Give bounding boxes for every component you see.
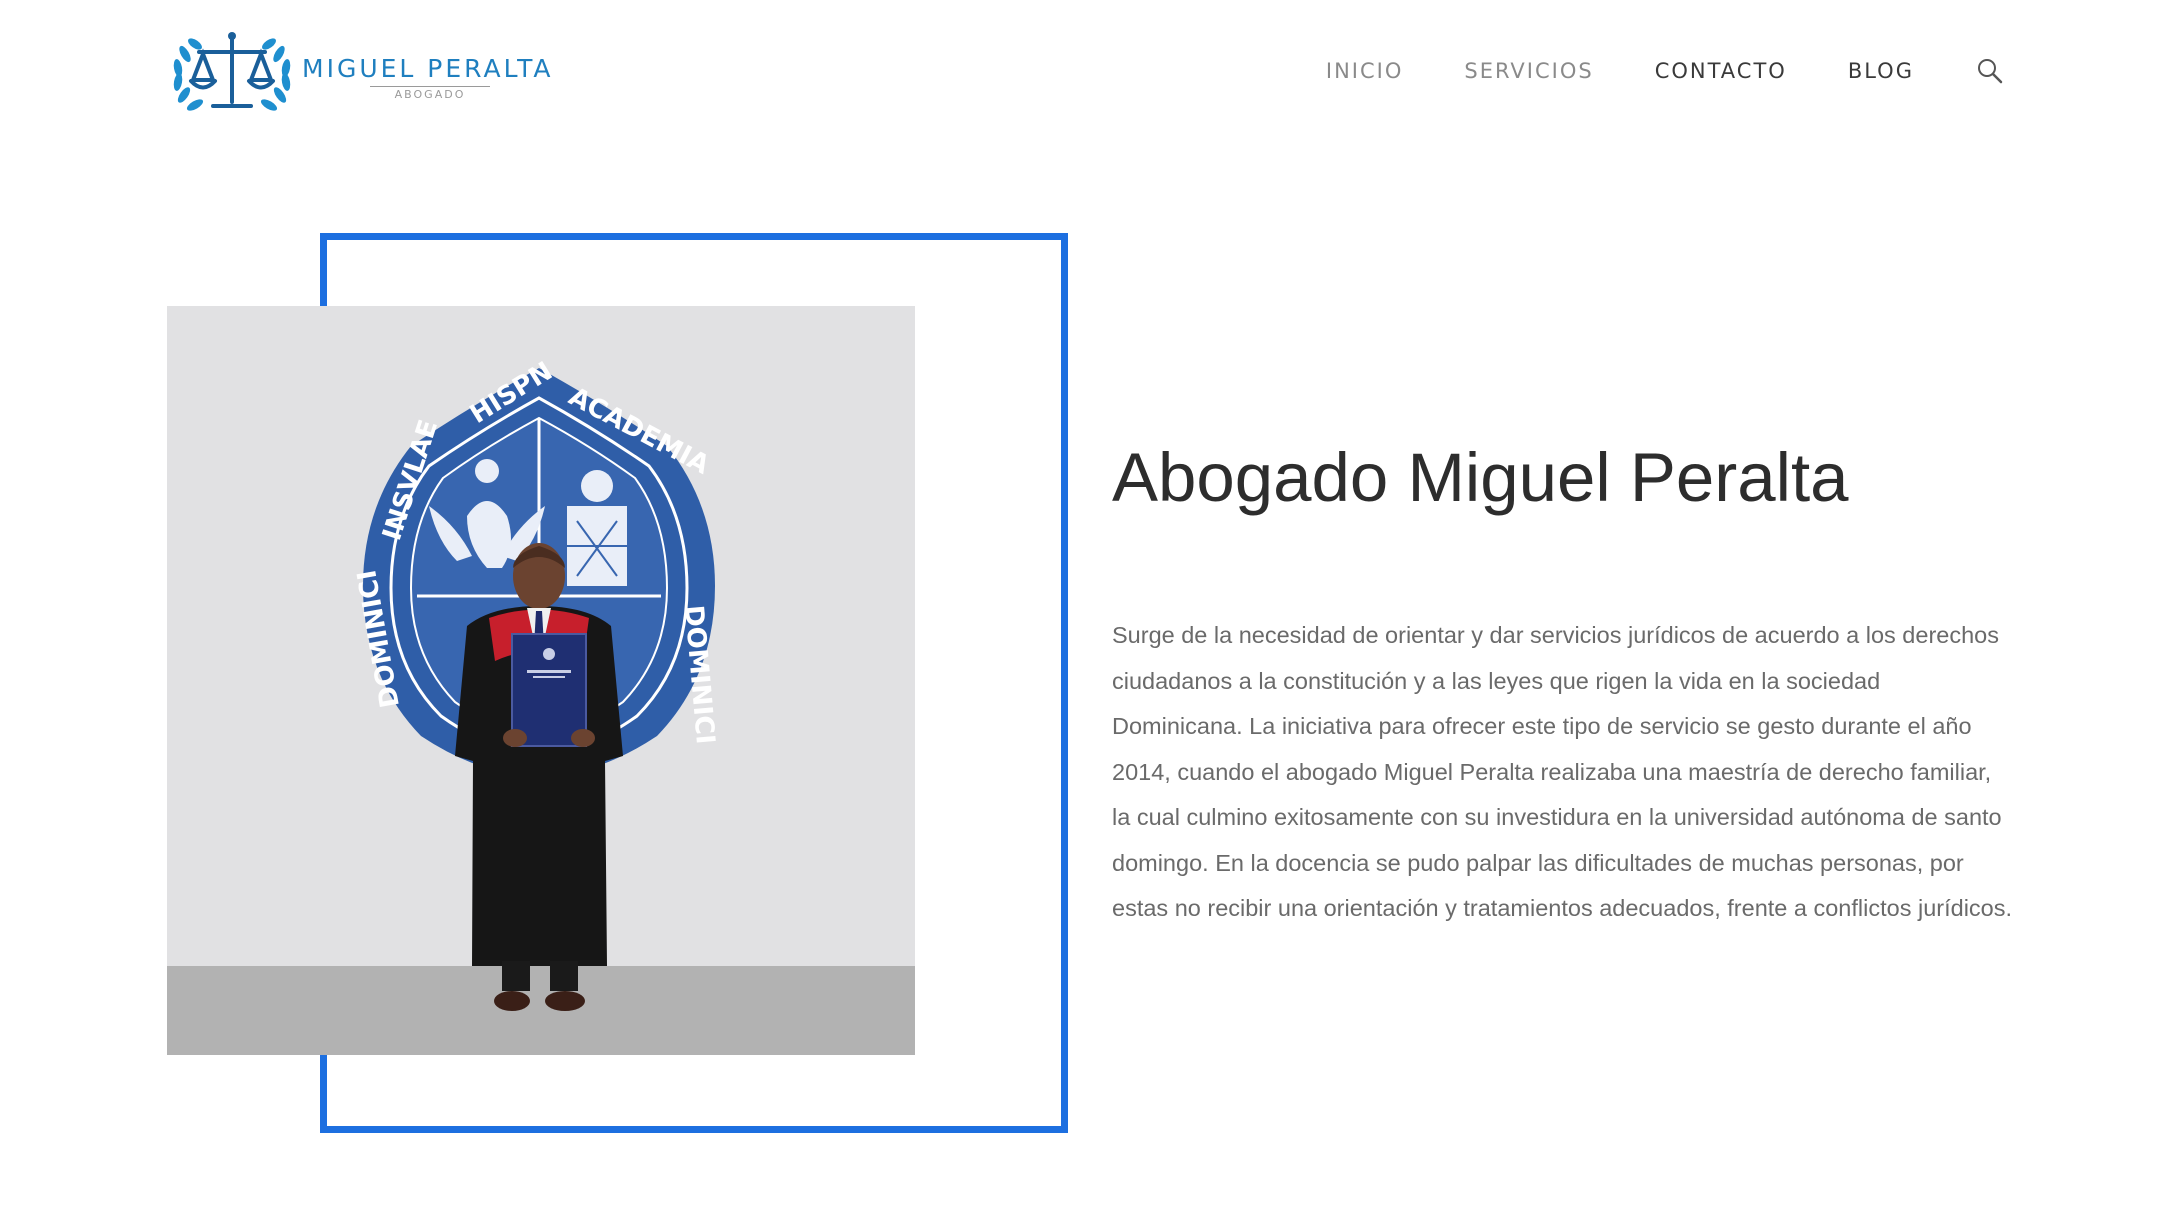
intro-paragraph: Surge de la necesidad de orientar y dar …: [1112, 622, 2013, 921]
site-header: MIGUEL PERALTA ABOGADO INICIO SERVICIOS …: [0, 0, 2160, 140]
nav-item-blog[interactable]: BLOG: [1848, 56, 1914, 86]
nav-item-servicios[interactable]: SERVICIOS: [1464, 56, 1593, 86]
hero-photo: HISPN ACADEMIA INSVLAE DOMINICI DOMINICI: [167, 306, 915, 1055]
nav-item-contacto[interactable]: CONTACTO: [1655, 56, 1787, 86]
site-logo[interactable]: MIGUEL PERALTA ABOGADO: [167, 24, 551, 120]
graduate-photo-illustration: HISPN ACADEMIA INSVLAE DOMINICI DOMINICI: [352, 356, 720, 1011]
brand-subtitle: ABOGADO: [370, 86, 490, 101]
svg-text:DOMINICI: DOMINICI: [678, 604, 720, 746]
brand-name: MIGUEL PERALTA: [302, 54, 554, 83]
scales-of-justice-laurel-icon: [173, 32, 291, 111]
page-title: Abogado Miguel Peralta: [1112, 439, 1849, 516]
main-nav: INICIO SERVICIOS CONTACTO BLOG: [1265, 56, 2005, 86]
nav-item-inicio[interactable]: INICIO: [1326, 56, 1403, 86]
search-icon[interactable]: [1975, 56, 2005, 86]
